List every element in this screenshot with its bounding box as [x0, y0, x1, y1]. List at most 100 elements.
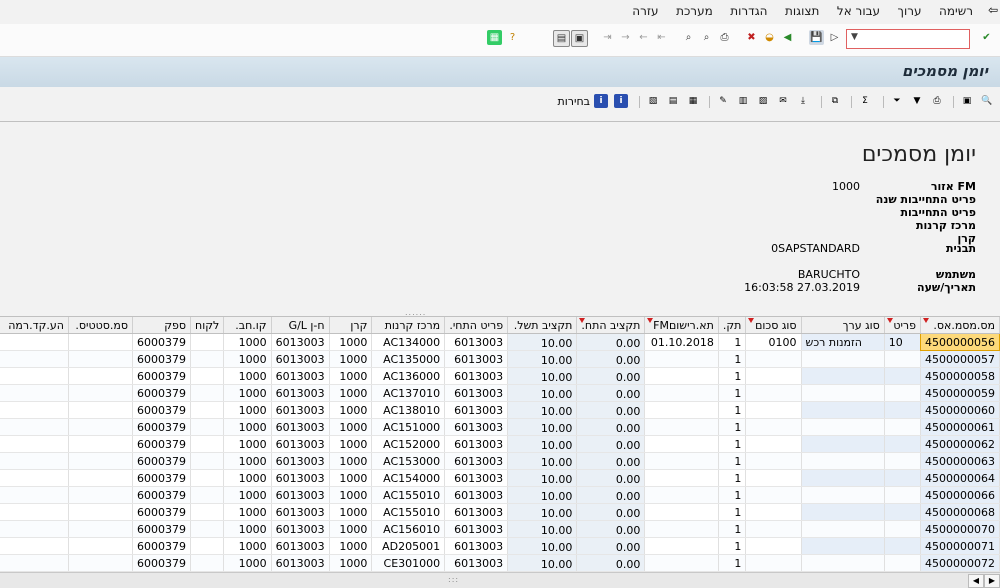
table-cell[interactable]: 4500000056 [920, 333, 1000, 351]
table-cell[interactable] [884, 469, 922, 487]
table-cell[interactable]: 6000379 [132, 384, 192, 402]
table-cell[interactable]: 6000379 [132, 486, 192, 504]
info-choices-icon[interactable]: i [594, 94, 608, 108]
table-cell[interactable] [644, 554, 719, 572]
table-cell[interactable]: 10.00 [507, 520, 578, 538]
table-cell[interactable] [745, 554, 802, 572]
column-header[interactable]: תקציב תשל. [507, 317, 578, 334]
table-cell[interactable] [68, 418, 134, 436]
table-cell[interactable]: 4500000062 [920, 435, 1000, 453]
table-cell[interactable] [190, 520, 225, 538]
table-cell[interactable]: 6013003 [271, 333, 330, 351]
help-icon[interactable]: ? [505, 30, 520, 45]
table-row[interactable]: 4500000056 10 הזמנות רכש 0100 1 01.10.2018 0.0… [0, 333, 1000, 351]
table-cell[interactable]: 6013003 [271, 554, 330, 572]
table-cell[interactable]: 1000 [223, 435, 272, 453]
table-cell[interactable]: 10.00 [507, 350, 578, 368]
cancel-icon[interactable]: ✖ [744, 30, 759, 45]
scroll-grip[interactable]: ::: [448, 575, 459, 584]
table-cell[interactable] [644, 401, 719, 419]
table-cell[interactable]: 6013003 [271, 452, 330, 470]
table-cell[interactable]: 1 [718, 554, 747, 572]
table-cell[interactable] [884, 418, 922, 436]
table-cell[interactable]: 0.00 [576, 503, 646, 521]
menu-system[interactable]: מערכת [669, 0, 720, 18]
table-cell[interactable] [68, 333, 134, 351]
table-cell[interactable] [0, 554, 69, 572]
print-preview-icon[interactable]: ⎙ [930, 94, 944, 108]
table-cell[interactable]: 4500000068 [920, 503, 1000, 521]
table-cell[interactable]: 1 [718, 333, 747, 351]
table-cell[interactable]: 1 [718, 486, 747, 504]
table-row[interactable]: 4500000061 1 0.00 10.00 6013003 AC151000 1000 6… [0, 418, 1000, 436]
table-cell[interactable] [745, 350, 802, 368]
column-header[interactable]: מס.מסמ.אס. [920, 317, 1000, 334]
table-row[interactable]: 4500000059 1 0.00 10.00 6013003 AC137010 1000 6… [0, 384, 1000, 402]
back-icon[interactable]: ◀ [780, 30, 795, 45]
table-cell[interactable]: 1000 [329, 367, 373, 385]
column-header[interactable]: מרכז קרנות [371, 317, 446, 334]
table-cell[interactable]: 0.00 [576, 333, 646, 351]
table-cell[interactable]: 1000 [223, 452, 272, 470]
table-cell[interactable] [801, 452, 885, 470]
table-cell[interactable]: 1000 [329, 503, 373, 521]
table-cell[interactable]: 1 [718, 401, 747, 419]
choices-button[interactable]: בחירות [558, 95, 590, 108]
table-cell[interactable]: 6000379 [132, 418, 192, 436]
table-cell[interactable] [801, 520, 885, 538]
table-cell[interactable]: 10.00 [507, 554, 578, 572]
table-cell[interactable] [801, 384, 885, 402]
table-cell[interactable]: 6013003 [271, 401, 330, 419]
table-cell[interactable]: AC153000 [371, 452, 446, 470]
table-cell[interactable]: 0.00 [576, 537, 646, 555]
table-cell[interactable]: 6000379 [132, 367, 192, 385]
table-cell[interactable] [0, 435, 69, 453]
table-cell[interactable]: 0.00 [576, 486, 646, 504]
table-cell[interactable] [68, 350, 134, 368]
table-cell[interactable] [745, 435, 802, 453]
table-cell[interactable]: 6000379 [132, 452, 192, 470]
column-header[interactable]: ספק [132, 317, 192, 334]
table-cell[interactable]: AC154000 [371, 469, 446, 487]
table-cell[interactable] [0, 503, 69, 521]
table-cell[interactable]: 6000379 [132, 520, 192, 538]
filter-icon[interactable]: ⏷ [890, 94, 904, 108]
table-row[interactable]: 4500000072 1 0.00 10.00 6013003 CE301000 1000 6… [0, 554, 1000, 572]
table-cell[interactable] [190, 333, 225, 351]
column-header[interactable]: תא.רישוםFM [644, 317, 719, 334]
table-cell[interactable] [644, 418, 719, 436]
table-cell[interactable] [644, 486, 719, 504]
command-field[interactable]: ▼ [846, 29, 970, 49]
table-cell[interactable]: 6013003 [271, 350, 330, 368]
table-cell[interactable] [190, 486, 225, 504]
table-cell[interactable] [884, 520, 922, 538]
table-cell[interactable] [801, 367, 885, 385]
table-cell[interactable]: 10.00 [507, 435, 578, 453]
table-cell[interactable]: 1000 [329, 554, 373, 572]
table-cell[interactable]: 10 [884, 333, 922, 351]
create-session-icon[interactable]: ▣ [571, 30, 588, 47]
table-cell[interactable]: 10.00 [507, 486, 578, 504]
table-cell[interactable]: 6013003 [444, 486, 509, 504]
table-cell[interactable]: 6013003 [271, 537, 330, 555]
table-cell[interactable] [801, 435, 885, 453]
table-cell[interactable]: 1000 [329, 452, 373, 470]
column-header[interactable]: לקוח [190, 317, 225, 334]
table-cell[interactable]: 0.00 [576, 520, 646, 538]
column-header[interactable]: הע.קד.רמה [0, 317, 69, 334]
menu-toggle-icon[interactable]: ⇦ [988, 3, 998, 17]
first-page-icon[interactable]: ⇤ [654, 30, 669, 45]
table-cell[interactable]: 6000379 [132, 333, 192, 351]
command-field-select[interactable] [847, 30, 969, 48]
table-cell[interactable] [68, 384, 134, 402]
table-cell[interactable]: 1000 [329, 435, 373, 453]
table-cell[interactable] [0, 469, 69, 487]
menu-goto[interactable]: עבור אל [830, 0, 887, 18]
table-cell[interactable] [0, 520, 69, 538]
table-cell[interactable]: AC155010 [371, 486, 446, 504]
table-row[interactable]: 4500000060 1 0.00 10.00 6013003 AC138010 1000 6… [0, 401, 1000, 419]
table-cell[interactable]: 6000379 [132, 554, 192, 572]
find-icon[interactable]: ⌕ [699, 30, 714, 45]
detail-icon[interactable]: 🔍 [980, 94, 994, 108]
table-cell[interactable]: AC135000 [371, 350, 446, 368]
